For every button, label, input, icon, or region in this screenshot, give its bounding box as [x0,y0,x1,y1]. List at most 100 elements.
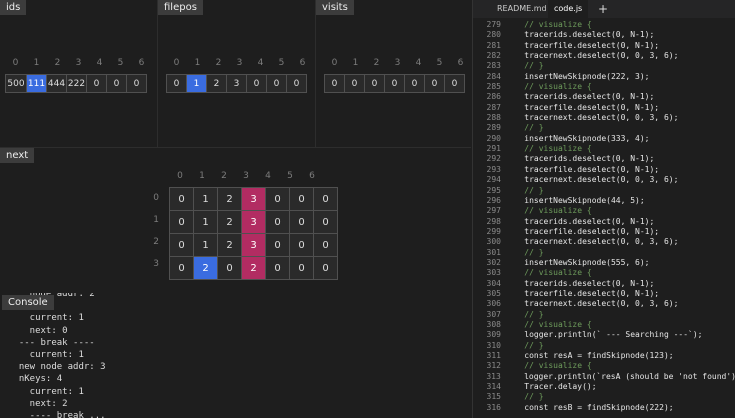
next-cell: 0 [313,187,338,211]
code-text[interactable]: // visualize { [505,82,591,92]
code-text[interactable]: tracerfile.deselect(0, N-1); [505,41,659,51]
visits-cells: 0000000 [324,74,465,93]
ids-index: 2 [54,58,61,68]
filepos-cell: 1 [186,74,207,93]
code-text[interactable]: insertNewSkipnode(333, 4); [505,134,649,144]
code-line: 289 // } [473,123,735,133]
code-text[interactable]: tracernext.deselect(0, 0, 3, 6); [505,237,678,247]
code-text[interactable]: // } [505,341,543,351]
code-text[interactable]: tracernext.deselect(0, 0, 3, 6); [505,299,678,309]
code-text[interactable]: insertNewSkipnode(555, 6); [505,258,649,268]
line-number: 313 [486,371,501,381]
code-line: 282 tracernext.deselect(0, 0, 3, 6); [473,51,735,61]
code-text[interactable]: // } [505,123,543,133]
console-line: --- break ---- [8,337,95,348]
ids-label: ids [0,0,27,15]
code-text[interactable]: tracernext.deselect(0, 0, 3, 6); [505,51,678,61]
line-number: 306 [486,299,501,309]
code-text[interactable]: tracerids.deselect(0, N-1); [505,154,654,164]
tab-code-js[interactable]: code.js [548,0,589,18]
code-text[interactable]: const resB = findSkipnode(222); [505,403,673,413]
code-text[interactable]: tracernext.deselect(0, 0, 3, 6); [505,175,678,185]
code-line: 312 // visualize { [473,361,735,371]
code-line: 301 // } [473,248,735,258]
code-text[interactable]: insertNewSkipnode(222, 3); [505,72,649,82]
code-line: 291 // visualize { [473,144,735,154]
console-line: ---- break ... [8,411,106,418]
line-number: 305 [486,288,501,298]
next-cell: 0 [169,256,194,280]
code-text[interactable]: tracerids.deselect(0, N-1); [505,92,654,102]
visits-cell: 0 [324,74,345,93]
next-cell: 0 [265,187,290,211]
code-line: 286 tracerids.deselect(0, N-1); [473,92,735,102]
visits-cell: 0 [424,74,445,93]
visits-index: 6 [457,58,464,68]
code-line: 316 const resB = findSkipnode(222); [473,403,735,413]
code-text[interactable]: logger.println(`resA (should be 'not fou… [505,372,735,382]
code-text[interactable]: tracerids.deselect(0, N-1); [505,217,654,227]
code-text[interactable]: // visualize { [505,144,591,154]
line-number: 302 [486,257,501,267]
code-line: 292 tracerids.deselect(0, N-1); [473,154,735,164]
code-text[interactable]: tracernext.deselect(0, 0, 3, 6); [505,113,678,123]
line-number: 303 [486,268,501,278]
next-cell: 3 [241,187,266,211]
code-line: 307 // } [473,310,735,320]
console-line: current: 1 [8,350,84,360]
next-row-index: 1 [153,215,159,225]
code-text[interactable]: // visualize { [505,320,591,330]
visits-index: 5 [436,58,443,68]
code-text[interactable]: // } [505,186,543,196]
code-text[interactable]: tracerids.deselect(0, N-1); [505,30,654,40]
next-cell: 0 [289,256,314,280]
code-text[interactable]: // } [505,61,543,71]
code-text[interactable]: // visualize { [505,206,591,216]
next-cell: 0 [265,233,290,257]
code-text[interactable]: tracerfile.deselect(0, N-1); [505,227,659,237]
code-text[interactable]: logger.println(` --- Searching ---`); [505,330,702,340]
line-number: 308 [486,319,501,329]
visits-indices: 0 1 2 3 4 5 6 [324,58,471,68]
ids-index: 0 [12,58,19,68]
line-number: 314 [486,382,501,392]
next-row-index: 0 [153,193,159,203]
next-cell: 0 [217,256,242,280]
code-lines: 279 // visualize {280 tracerids.deselect… [473,20,735,413]
filepos-index: 1 [194,58,201,68]
code-line: 296 insertNewSkipnode(44, 5); [473,196,735,206]
code-line: 284 insertNewSkipnode(222, 3); [473,72,735,82]
line-number: 293 [486,164,501,174]
code-text[interactable]: tracerfile.deselect(0, N-1); [505,289,659,299]
code-text[interactable]: // } [505,310,543,320]
next-cell: 0 [289,210,314,234]
code-text[interactable]: // visualize { [505,268,591,278]
code-line: 309 logger.println(` --- Searching ---`)… [473,330,735,340]
next-cell: 2 [217,233,242,257]
next-cell: 0 [169,187,194,211]
code-text[interactable]: insertNewSkipnode(44, 5); [505,196,644,206]
code-text[interactable]: const resA = findSkipnode(123); [505,351,673,361]
code-text[interactable]: Tracer.delay(); [505,382,596,392]
code-line: 315 // } [473,392,735,402]
code-text[interactable]: tracerids.deselect(0, N-1); [505,279,654,289]
code-text[interactable]: tracerfile.deselect(0, N-1); [505,103,659,113]
code-text[interactable]: // } [505,248,543,258]
code-text[interactable]: // visualize { [505,20,591,30]
code-text[interactable]: // visualize { [505,361,591,371]
line-number: 284 [486,71,501,81]
console-line: current: 1 [8,313,84,324]
code-text[interactable]: // } [505,392,543,402]
code-line: 300 tracernext.deselect(0, 0, 3, 6); [473,237,735,247]
tab-readme[interactable]: README.md [491,0,553,18]
next-col-index: 5 [287,171,293,181]
add-tab-icon[interactable]: + [596,0,610,18]
filepos-index: 6 [299,58,306,68]
line-number: 299 [486,226,501,236]
next-cell: 1 [193,187,218,211]
ids-cell: 0 [86,74,107,93]
console-line: current: 1 [8,386,84,397]
next-cell: 0 [289,187,314,211]
console-panel: node addr: 2 : 3 current: 1 next: 0 --- … [0,293,471,418]
code-text[interactable]: tracerfile.deselect(0, N-1); [505,165,659,175]
